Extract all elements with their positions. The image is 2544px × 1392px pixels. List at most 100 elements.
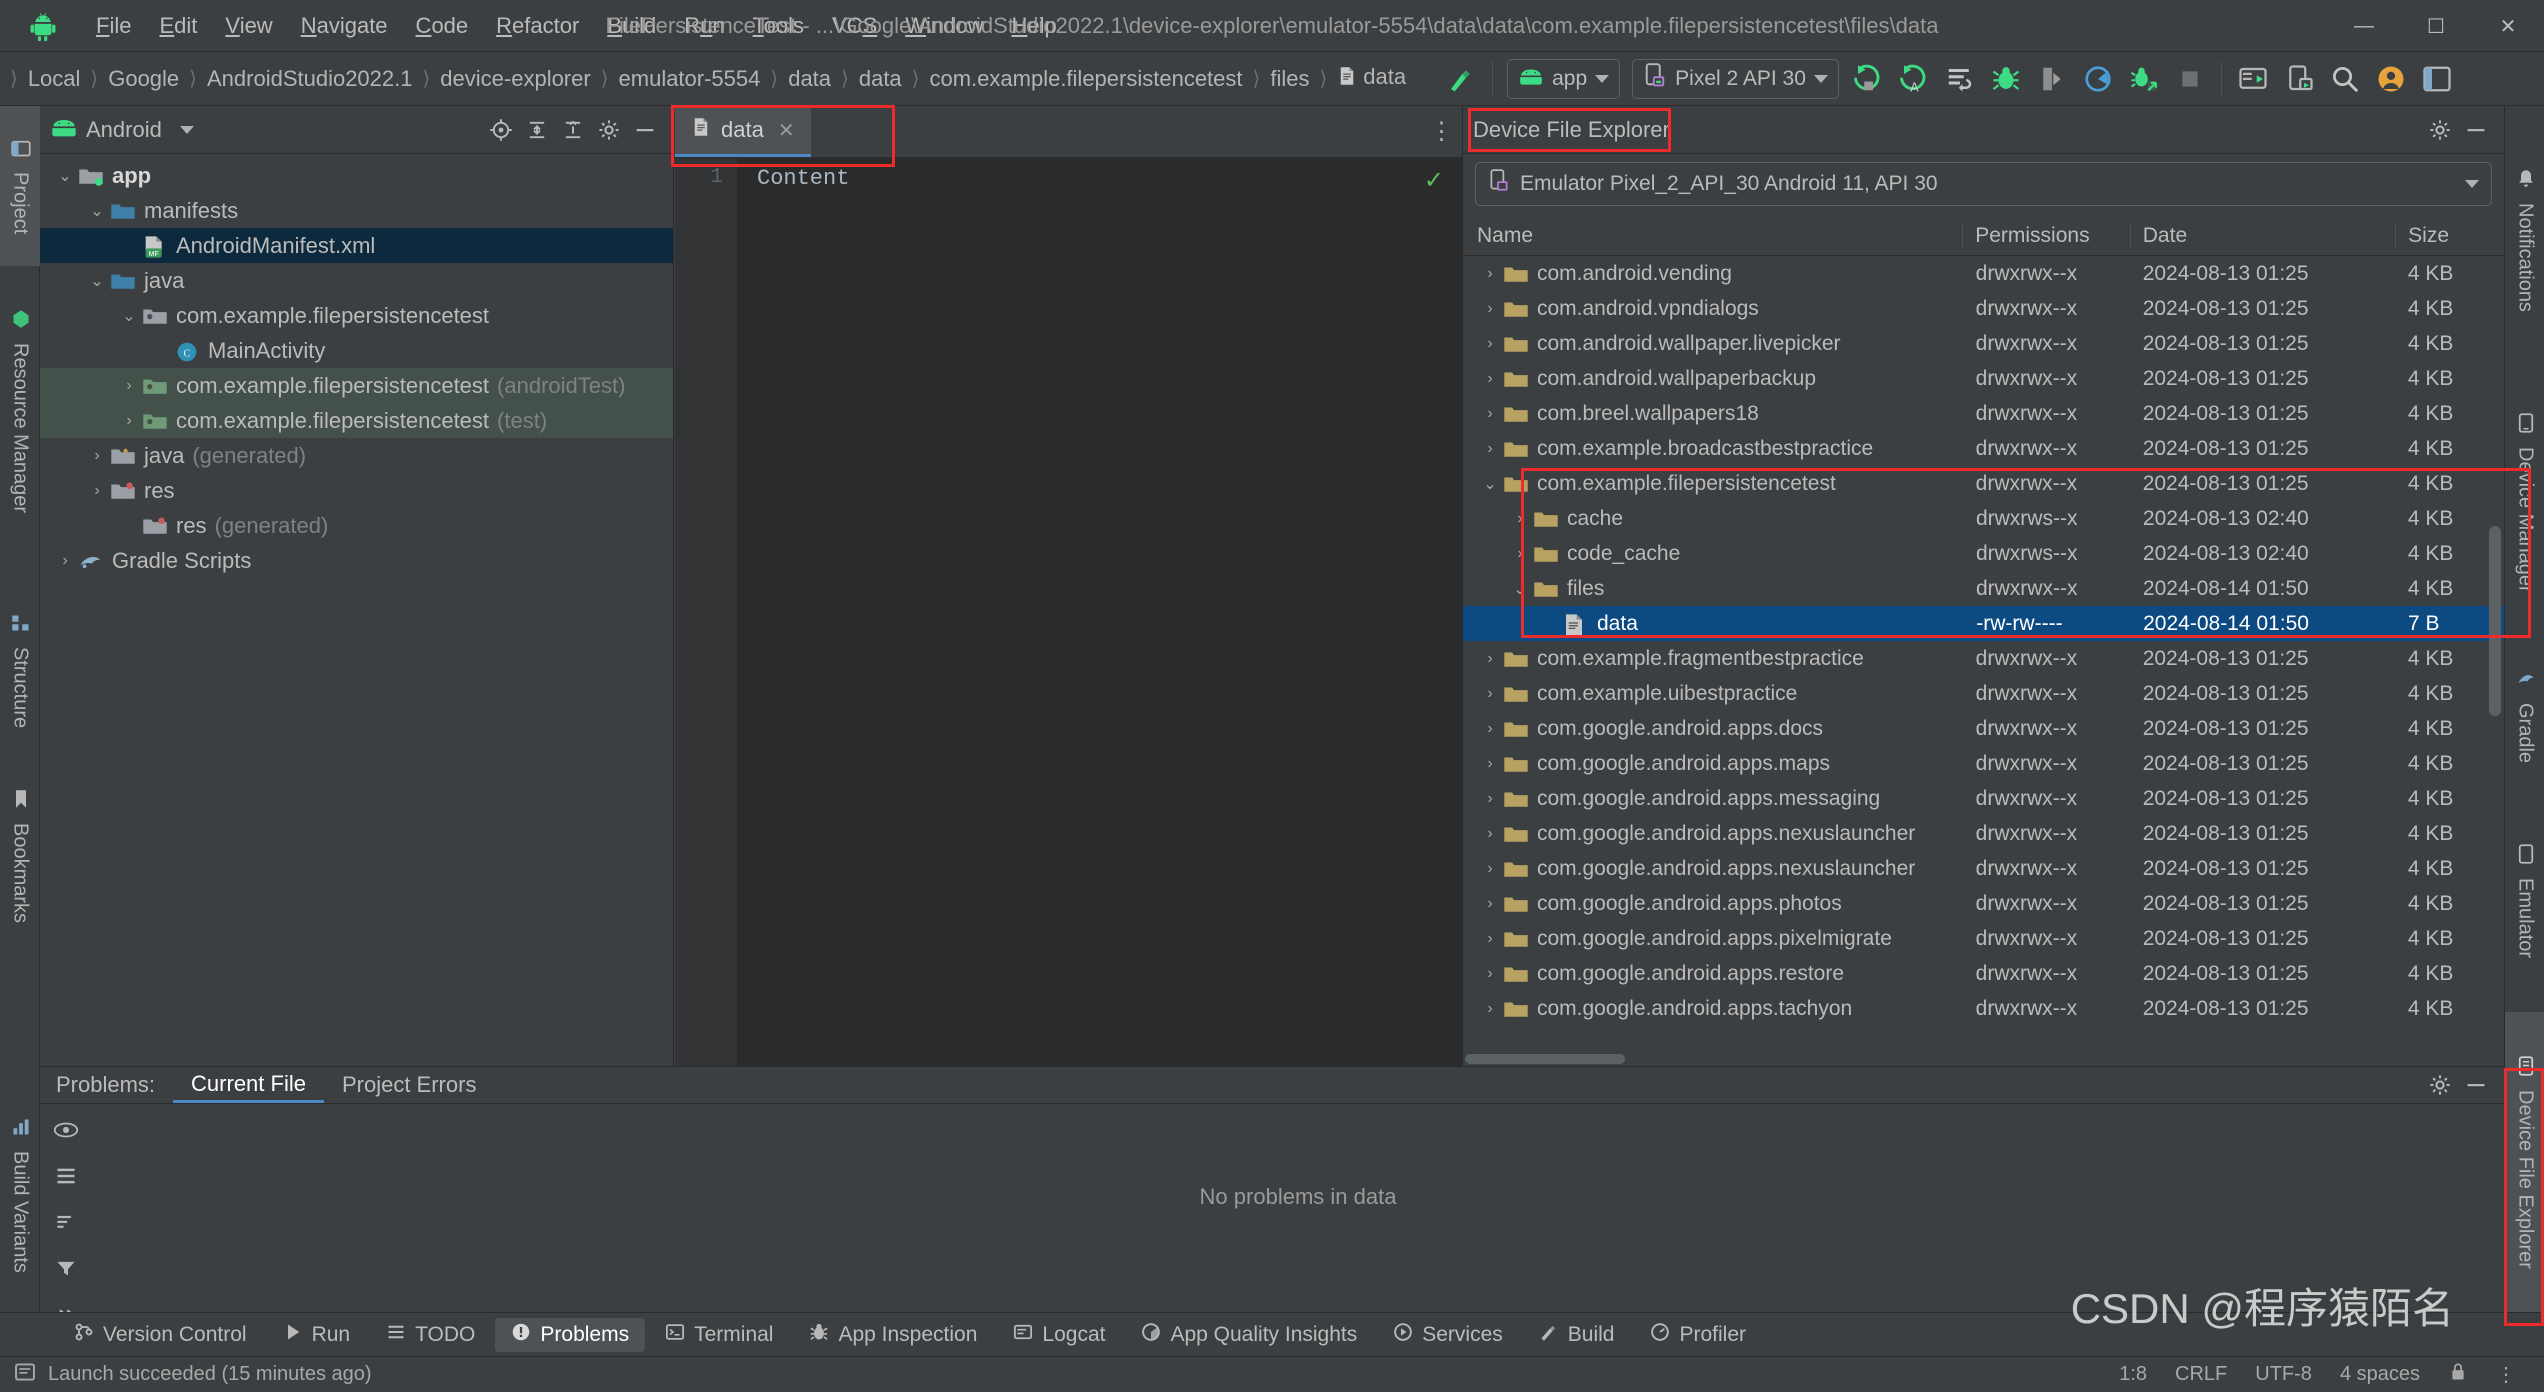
- tab-project-errors[interactable]: Project Errors: [324, 1067, 494, 1103]
- chevron-down-icon[interactable]: ⌄: [1477, 474, 1503, 494]
- menu-code[interactable]: Code: [402, 9, 483, 43]
- tree-row[interactable]: C MainActivity: [40, 333, 673, 368]
- gear-icon[interactable]: [591, 112, 627, 148]
- chevron-right-icon[interactable]: ›: [1477, 370, 1503, 388]
- sidebar-item-bookmarks[interactable]: Bookmarks: [0, 761, 40, 951]
- sidebar-item-notifications[interactable]: Notifications: [2505, 110, 2544, 370]
- chevron-right-icon[interactable]: ›: [1477, 1000, 1503, 1018]
- select-opened-file-button[interactable]: [483, 112, 519, 148]
- code-content[interactable]: Content: [737, 158, 1462, 1066]
- debug-button[interactable]: [1986, 59, 2026, 99]
- device-file-table-body[interactable]: › com.android.vending drwxrwx--x 2024-08-13…: [1463, 256, 2504, 1052]
- chevron-right-icon[interactable]: ›: [1477, 685, 1503, 703]
- minimize-icon[interactable]: [2458, 112, 2494, 148]
- chevron-right-icon[interactable]: ›: [1477, 860, 1503, 878]
- tab-build[interactable]: Build: [1523, 1318, 1631, 1352]
- run-button[interactable]: [1848, 59, 1888, 99]
- tab-profiler[interactable]: Profiler: [1634, 1318, 1762, 1352]
- maximize-button[interactable]: ☐: [2400, 0, 2472, 52]
- table-row[interactable]: › com.google.android.apps.photos drwxrwx--…: [1463, 886, 2504, 921]
- tree-row[interactable]: › java (generated): [40, 438, 673, 473]
- event-log-icon[interactable]: [14, 1361, 36, 1389]
- minimize-icon[interactable]: [627, 112, 663, 148]
- minimize-icon[interactable]: [2458, 1067, 2494, 1103]
- table-row[interactable]: › com.android.wallpaperbackup drwxrwx--x 20…: [1463, 361, 2504, 396]
- tree-row[interactable]: ⌄ manifests: [40, 193, 673, 228]
- project-tree[interactable]: ⌄ app ⌄ manifests MF AndroidManifest.xml…: [40, 154, 673, 1066]
- chevron-right-icon[interactable]: ›: [1477, 650, 1503, 668]
- line-separator[interactable]: CRLF: [2161, 1363, 2241, 1386]
- breadcrumb-item-5[interactable]: data: [782, 64, 837, 94]
- table-row[interactable]: › com.google.android.apps.tachyon drwxrwx-…: [1463, 991, 2504, 1026]
- checkmark-icon[interactable]: ✓: [1424, 166, 1444, 195]
- table-row[interactable]: › cache drwxrws--x 2024-08-13 02:40 4 KB: [1463, 501, 2504, 536]
- chevron-right-icon[interactable]: ›: [1507, 510, 1533, 528]
- table-row[interactable]: › com.example.uibestpractice drwxrwx--x 202…: [1463, 676, 2504, 711]
- table-row[interactable]: › code_cache drwxrws--x 2024-08-13 02:40 4 K…: [1463, 536, 2504, 571]
- tab-current-file[interactable]: Current File: [173, 1067, 324, 1103]
- table-row[interactable]: › com.breel.wallpapers18 drwxrwx--x 2024-08…: [1463, 396, 2504, 431]
- layout-button[interactable]: [2417, 59, 2457, 99]
- chevron-right-icon[interactable]: ›: [1477, 265, 1503, 283]
- chevron-right-icon[interactable]: ›: [1477, 335, 1503, 353]
- table-row[interactable]: › com.example.broadcastbestpractice drwxrw…: [1463, 431, 2504, 466]
- chevron-right-icon[interactable]: ›: [1477, 405, 1503, 423]
- chevron-right-icon[interactable]: ›: [84, 447, 110, 465]
- minimize-button[interactable]: —: [2328, 0, 2400, 52]
- status-options-button[interactable]: ⋮: [2482, 1362, 2530, 1387]
- editor-options-button[interactable]: ⋮: [1422, 106, 1462, 157]
- chevron-down-icon[interactable]: ⌄: [84, 201, 110, 221]
- sidebar-item-resource-manager[interactable]: Resource Manager: [0, 276, 40, 546]
- close-button[interactable]: ✕: [2472, 0, 2544, 52]
- table-row[interactable]: ⌄ files drwxrwx--x 2024-08-14 01:50 4 KB: [1463, 571, 2504, 606]
- table-row[interactable]: › com.google.android.apps.maps drwxrwx--x 2…: [1463, 746, 2504, 781]
- column-header-size[interactable]: Size: [2396, 224, 2504, 248]
- tab-problems[interactable]: Problems: [495, 1317, 646, 1352]
- table-row[interactable]: › com.google.android.apps.restore drwxrwx-…: [1463, 956, 2504, 991]
- sidebar-item-project[interactable]: Project: [0, 106, 40, 266]
- attach-debugger-button[interactable]: [2032, 59, 2072, 99]
- breadcrumb-item-7[interactable]: com.example.filepersistencetest: [923, 64, 1248, 94]
- column-header-permissions[interactable]: Permissions: [1963, 224, 2130, 248]
- apply-changes-button[interactable]: [1940, 59, 1980, 99]
- chevron-right-icon[interactable]: ›: [1477, 720, 1503, 738]
- gear-icon[interactable]: [2422, 1067, 2458, 1103]
- table-row[interactable]: › com.example.fragmentbestpractice drwxrwx…: [1463, 641, 2504, 676]
- chevron-right-icon[interactable]: ›: [1477, 790, 1503, 808]
- sort-icon[interactable]: [48, 1206, 84, 1238]
- chevron-down-icon[interactable]: ⌄: [1507, 579, 1533, 599]
- sdk-manager-button[interactable]: [2233, 59, 2273, 99]
- horizontal-scrollbar-thumb[interactable]: [1465, 1054, 1625, 1064]
- chevron-right-icon[interactable]: ›: [116, 412, 142, 430]
- sidebar-item-build-variants[interactable]: Build Variants: [0, 1080, 40, 1310]
- search-button[interactable]: [2325, 59, 2365, 99]
- tab-todo[interactable]: TODO: [370, 1318, 491, 1352]
- column-header-date[interactable]: Date: [2131, 224, 2395, 248]
- breadcrumb-item-4[interactable]: emulator-5554: [613, 64, 767, 94]
- editor-tab-data[interactable]: data ✕: [675, 106, 811, 157]
- menu-file[interactable]: File: [82, 9, 145, 43]
- tab-version-control[interactable]: Version Control: [58, 1318, 263, 1352]
- run-with-coverage-button[interactable]: A: [1894, 59, 1934, 99]
- menu-view[interactable]: View: [211, 9, 286, 43]
- account-button[interactable]: [2371, 59, 2411, 99]
- breadcrumb-item-2[interactable]: AndroidStudio2022.1: [201, 64, 419, 94]
- menu-edit[interactable]: Edit: [145, 9, 211, 43]
- lock-icon[interactable]: [2434, 1362, 2482, 1388]
- menu-refactor[interactable]: Refactor: [482, 9, 593, 43]
- chevron-down-icon[interactable]: ⌄: [52, 166, 78, 186]
- tree-row[interactable]: ⌄ java: [40, 263, 673, 298]
- sidebar-item-device-file-explorer[interactable]: Device File Explorer: [2505, 1012, 2544, 1312]
- chevron-right-icon[interactable]: ›: [1477, 755, 1503, 773]
- group-icon[interactable]: [48, 1160, 84, 1192]
- run-configuration-selector[interactable]: app: [1507, 58, 1621, 99]
- table-row[interactable]: › com.android.vpndialogs drwxrwx--x 2024-08…: [1463, 291, 2504, 326]
- sidebar-item-device-manager[interactable]: Device Manager: [2505, 378, 2544, 628]
- breadcrumb-item-6[interactable]: data: [853, 64, 908, 94]
- table-row[interactable]: › com.android.wallpaper.livepicker drwxrwx…: [1463, 326, 2504, 361]
- table-row[interactable]: › com.google.android.apps.pixelmigrate drw…: [1463, 921, 2504, 956]
- chevron-right-icon[interactable]: ›: [1477, 965, 1503, 983]
- chevron-right-icon[interactable]: ›: [84, 482, 110, 500]
- chevron-right-icon[interactable]: ›: [1477, 825, 1503, 843]
- profiler-button[interactable]: [2078, 59, 2118, 99]
